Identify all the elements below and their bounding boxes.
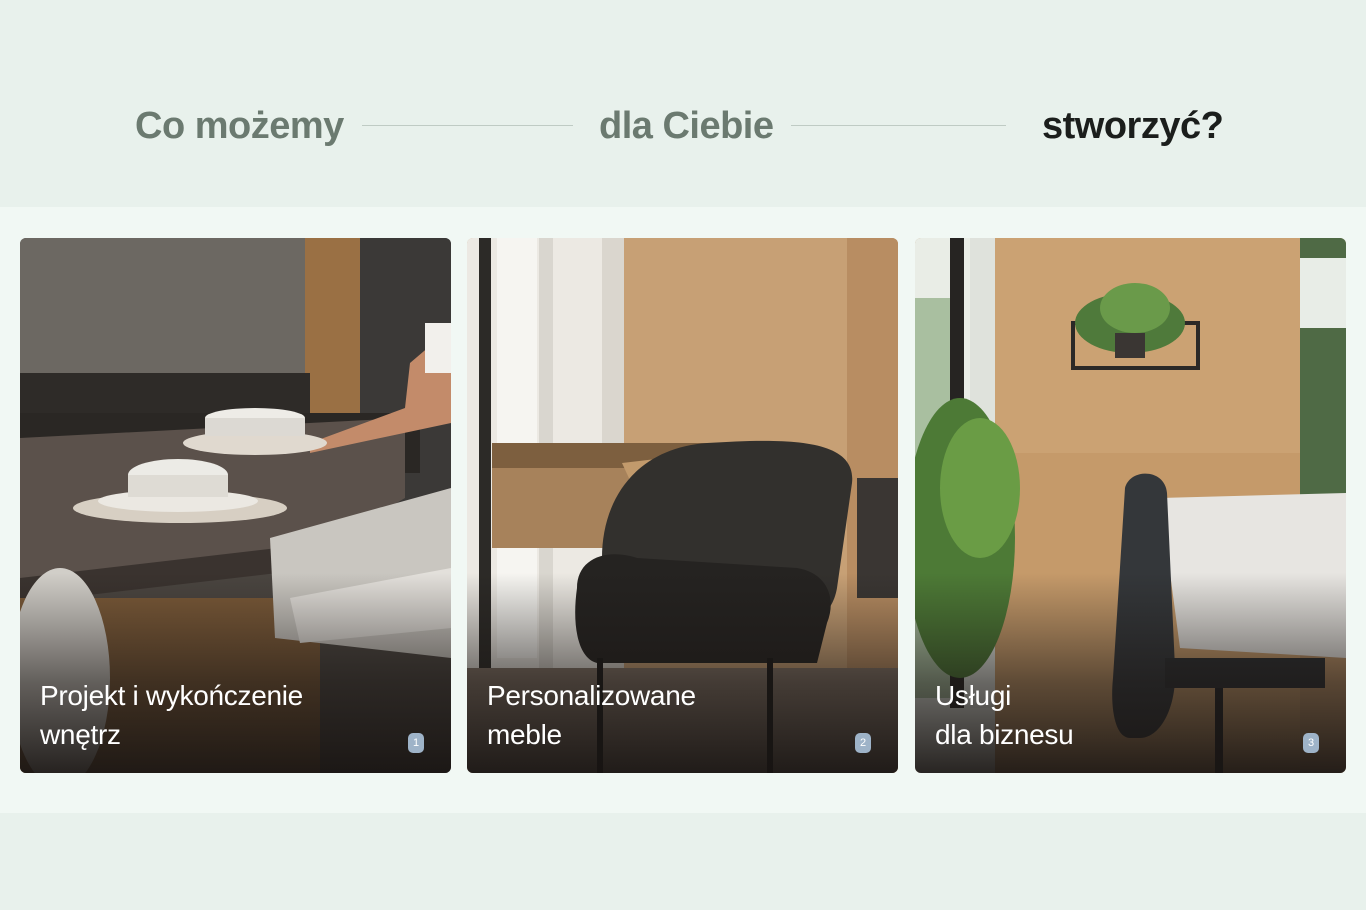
card-title-line-2: dla biznesu: [935, 719, 1074, 750]
card-title-line-2: meble: [487, 719, 562, 750]
heading-part-2: dla Ciebie: [599, 105, 774, 147]
service-card-interior-design[interactable]: Projekt i wykończenie wnętrz 1: [20, 238, 451, 773]
card-title: Projekt i wykończenie wnętrz: [40, 676, 303, 754]
heading-part-3: stworzyć?: [1042, 105, 1224, 147]
service-card-custom-furniture[interactable]: Personalizowane meble 2: [467, 238, 898, 773]
card-title-line-1: Projekt i wykończenie: [40, 680, 303, 711]
card-number-badge: 2: [855, 733, 871, 753]
card-title: Personalizowane meble: [487, 676, 696, 754]
heading-divider-2: [791, 125, 1006, 126]
heading-part-1: Co możemy: [135, 105, 344, 147]
card-title-line-2: wnętrz: [40, 719, 121, 750]
service-card-business-services[interactable]: Usługi dla biznesu 3: [915, 238, 1346, 773]
heading-divider-1: [362, 125, 573, 126]
card-title-line-1: Usługi: [935, 680, 1012, 711]
section-heading: Co możemy dla Ciebie stworzyć?: [0, 0, 1366, 207]
card-title-line-1: Personalizowane: [487, 680, 696, 711]
card-title: Usługi dla biznesu: [935, 676, 1074, 754]
card-number-badge: 3: [1303, 733, 1319, 753]
card-number-badge: 1: [408, 733, 424, 753]
